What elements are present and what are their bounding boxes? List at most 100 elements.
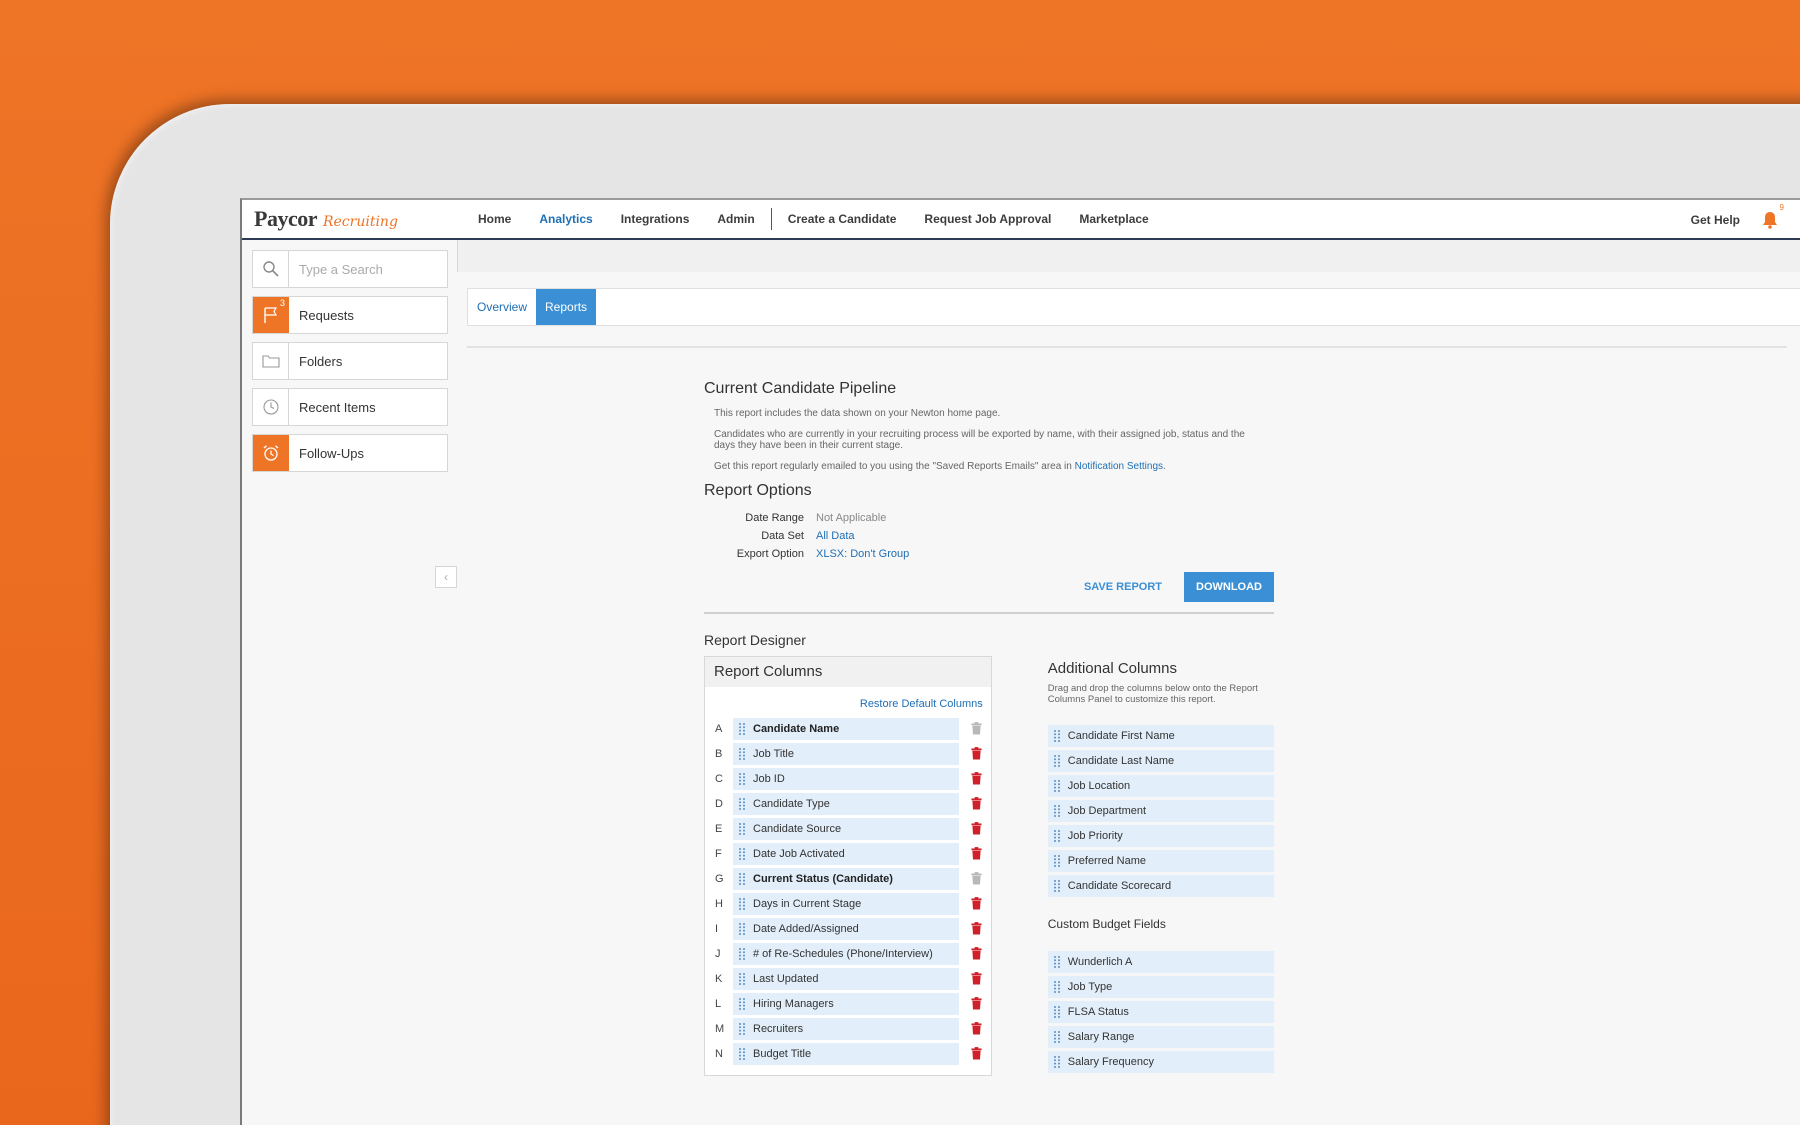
tab-reports[interactable]: Reports xyxy=(536,289,597,325)
option-label: Date Range xyxy=(745,512,804,524)
data-set-link[interactable]: All Data xyxy=(816,530,855,542)
drag-handle-icon[interactable] xyxy=(1050,854,1064,868)
report-column-field[interactable]: Last Updated xyxy=(733,967,959,990)
drag-handle-icon[interactable] xyxy=(1050,980,1064,994)
drag-handle-icon[interactable] xyxy=(1050,729,1064,743)
drag-handle-icon[interactable] xyxy=(1050,1030,1064,1044)
drag-handle-icon[interactable] xyxy=(1050,879,1064,893)
additional-column-field[interactable]: Candidate Scorecard xyxy=(1047,875,1274,897)
notifications-bell-icon[interactable]: 9 xyxy=(1762,203,1784,229)
report-column-field[interactable]: Date Job Activated xyxy=(733,842,959,865)
trash-icon[interactable] xyxy=(969,897,983,911)
subheader-bar xyxy=(458,240,1800,272)
trash-icon[interactable] xyxy=(969,972,983,986)
nav-home[interactable]: Home xyxy=(464,212,525,226)
report-column-field[interactable]: Candidate Source xyxy=(733,817,959,840)
notification-count: 9 xyxy=(1779,203,1784,212)
sidebar-item-folders[interactable]: Folders xyxy=(252,342,448,380)
drag-handle-icon[interactable] xyxy=(735,822,749,836)
drag-handle-icon[interactable] xyxy=(735,772,749,786)
drag-handle-icon[interactable] xyxy=(1050,955,1064,969)
drag-handle-icon[interactable] xyxy=(735,1022,749,1036)
column-label: Current Status (Candidate) xyxy=(753,872,893,885)
drag-handle-icon[interactable] xyxy=(735,972,749,986)
drag-handle-icon[interactable] xyxy=(735,722,749,736)
drag-handle-icon[interactable] xyxy=(735,897,749,911)
report-column-field[interactable]: Job Title xyxy=(733,742,959,765)
report-column-field[interactable]: Date Added/Assigned xyxy=(733,917,959,940)
search-input[interactable] xyxy=(289,261,439,277)
drag-handle-icon[interactable] xyxy=(735,997,749,1011)
field-label: Candidate First Name xyxy=(1067,730,1175,742)
trash-icon[interactable] xyxy=(969,822,983,836)
report-column-field[interactable]: Candidate Type xyxy=(733,792,959,815)
custom-budget-field[interactable]: Job Type xyxy=(1047,976,1274,998)
download-button[interactable]: DOWNLOAD xyxy=(1184,572,1274,602)
report-column-field[interactable]: Recruiters xyxy=(733,1017,959,1040)
restore-default-columns-link[interactable]: Restore Default Columns xyxy=(705,687,991,716)
trash-icon[interactable] xyxy=(969,847,983,861)
trash-icon[interactable] xyxy=(969,1047,983,1061)
drag-handle-icon[interactable] xyxy=(735,797,749,811)
drag-handle-icon[interactable] xyxy=(1050,779,1064,793)
custom-budget-field[interactable]: Salary Frequency xyxy=(1047,1051,1274,1073)
column-label: Job ID xyxy=(753,772,785,785)
drag-handle-icon[interactable] xyxy=(1050,1005,1064,1019)
additional-columns-list: Candidate First Name Candidate Last Name J… xyxy=(1047,725,1274,897)
trash-icon[interactable] xyxy=(969,772,983,786)
tab-bar: Overview Reports xyxy=(467,288,1800,326)
trash-icon[interactable] xyxy=(969,947,983,961)
save-report-button[interactable]: SAVE REPORT xyxy=(1084,581,1162,593)
drag-handle-icon[interactable] xyxy=(1050,804,1064,818)
report-column-field[interactable]: Job ID xyxy=(733,767,959,790)
additional-column-field[interactable]: Candidate Last Name xyxy=(1047,750,1274,772)
drag-handle-icon[interactable] xyxy=(735,1047,749,1061)
collapse-sidebar-button[interactable]: ‹ xyxy=(435,566,457,588)
get-help-link[interactable]: Get Help xyxy=(1691,213,1740,227)
drag-handle-icon[interactable] xyxy=(735,947,749,961)
trash-icon[interactable] xyxy=(969,1022,983,1036)
drag-handle-icon[interactable] xyxy=(1050,1055,1064,1069)
export-option-link[interactable]: XLSX: Don't Group xyxy=(816,548,909,560)
sidebar-item-follow-ups[interactable]: Follow-Ups xyxy=(252,434,448,472)
trash-icon[interactable] xyxy=(969,747,983,761)
report-column-field[interactable]: Days in Current Stage xyxy=(733,892,959,915)
report-column-field[interactable]: # of Re-Schedules (Phone/Interview) xyxy=(733,942,959,965)
nav-admin[interactable]: Admin xyxy=(703,212,768,226)
custom-budget-field[interactable]: Salary Range xyxy=(1047,1026,1274,1048)
report-column-field[interactable]: Budget Title xyxy=(733,1042,959,1065)
drag-handle-icon[interactable] xyxy=(1050,754,1064,768)
drag-handle-icon[interactable] xyxy=(735,847,749,861)
report-column-field[interactable]: Current Status (Candidate) xyxy=(733,867,959,890)
report-column-row: C Job ID xyxy=(705,766,991,791)
trash-icon[interactable] xyxy=(969,997,983,1011)
drag-handle-icon[interactable] xyxy=(1050,829,1064,843)
sidebar-item-requests[interactable]: 3 Requests xyxy=(252,296,448,334)
custom-budget-field[interactable]: FLSA Status xyxy=(1047,1001,1274,1023)
notification-settings-link[interactable]: Notification Settings xyxy=(1075,461,1163,472)
custom-budget-field[interactable]: Wunderlich A xyxy=(1047,951,1274,973)
tab-overview[interactable]: Overview xyxy=(468,289,536,325)
column-label: Candidate Source xyxy=(753,822,842,835)
trash-icon[interactable] xyxy=(969,797,983,811)
trash-icon[interactable] xyxy=(969,922,983,936)
drag-handle-icon[interactable] xyxy=(735,747,749,761)
drag-handle-icon[interactable] xyxy=(735,922,749,936)
additional-column-field[interactable]: Job Priority xyxy=(1047,825,1274,847)
logo[interactable]: Paycor Recruiting xyxy=(254,206,464,232)
report-column-field[interactable]: Candidate Name xyxy=(733,717,959,740)
additional-column-field[interactable]: Preferred Name xyxy=(1047,850,1274,872)
additional-column-field[interactable]: Candidate First Name xyxy=(1047,725,1274,747)
nav-request-job-approval[interactable]: Request Job Approval xyxy=(910,212,1065,226)
additional-column-field[interactable]: Job Department xyxy=(1047,800,1274,822)
sidebar-item-recent[interactable]: Recent Items xyxy=(252,388,448,426)
column-letter: E xyxy=(715,822,723,835)
report-column-field[interactable]: Hiring Managers xyxy=(733,992,959,1015)
nav-analytics[interactable]: Analytics xyxy=(525,212,606,226)
nav-integrations[interactable]: Integrations xyxy=(607,212,704,226)
additional-column-field[interactable]: Job Location xyxy=(1047,775,1274,797)
column-label: Budget Title xyxy=(753,1047,812,1060)
nav-marketplace[interactable]: Marketplace xyxy=(1065,212,1162,226)
drag-handle-icon[interactable] xyxy=(735,872,749,886)
nav-create-candidate[interactable]: Create a Candidate xyxy=(774,212,911,226)
